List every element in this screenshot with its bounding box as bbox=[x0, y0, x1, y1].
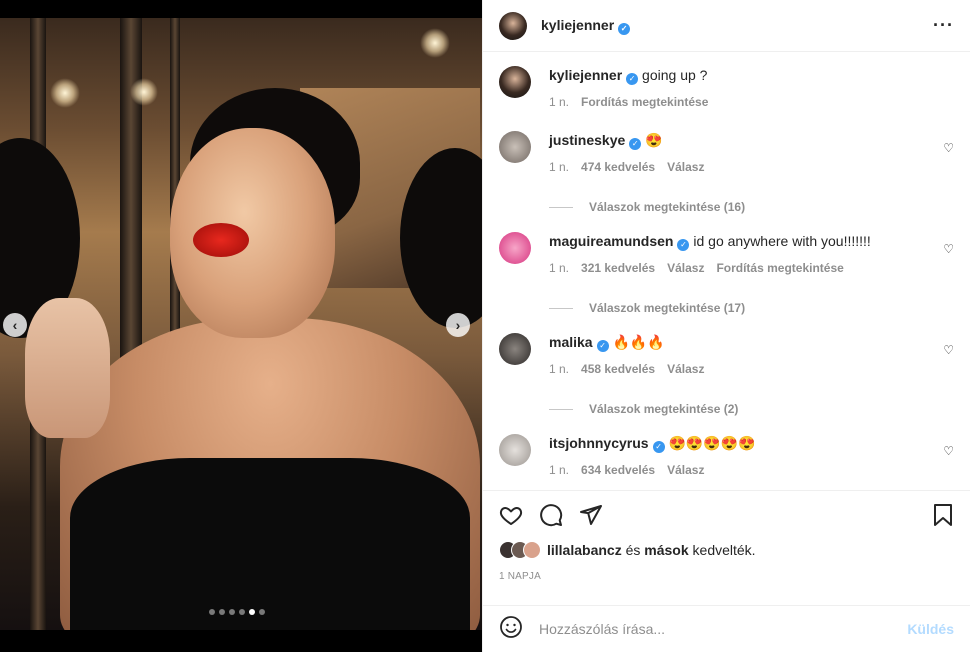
more-horizontal-icon[interactable]: ··· bbox=[933, 15, 954, 36]
post-date[interactable]: 1 NAPJA bbox=[499, 571, 954, 582]
heart-icon[interactable] bbox=[499, 503, 523, 527]
caption: kyliejenner ✓ going up ? 1 n. Fordítás me… bbox=[499, 66, 954, 111]
comment-username[interactable]: malika bbox=[549, 334, 593, 350]
liked-by-username[interactable]: lillalabancz bbox=[547, 542, 622, 558]
carousel-dot bbox=[219, 609, 225, 615]
comment-likes[interactable]: 634 kedvelés bbox=[581, 461, 655, 479]
comment-like-heart-icon[interactable]: ♡ bbox=[943, 141, 954, 155]
commenter-avatar[interactable] bbox=[499, 333, 531, 365]
comment-reply-button[interactable]: Válasz bbox=[667, 461, 704, 479]
comment-icon[interactable] bbox=[539, 503, 563, 527]
carousel-prev-button[interactable]: ‹ bbox=[3, 313, 27, 337]
caption-avatar[interactable] bbox=[499, 66, 531, 98]
send-icon[interactable] bbox=[579, 503, 603, 527]
liker-avatars bbox=[499, 541, 541, 559]
liked-by-suffix: kedvelték. bbox=[692, 542, 756, 558]
comment-time[interactable]: 1 n. bbox=[549, 259, 569, 277]
verified-badge-icon: ✓ bbox=[626, 73, 639, 85]
verified-badge-icon: ✓ bbox=[596, 340, 609, 352]
comment-time[interactable]: 1 n. bbox=[549, 158, 569, 176]
author-avatar[interactable] bbox=[499, 11, 527, 40]
comment-likes[interactable]: 321 kedvelés bbox=[581, 259, 655, 277]
smiley-icon[interactable] bbox=[499, 615, 523, 644]
comment-username[interactable]: maguireamundsen bbox=[549, 233, 673, 249]
comment-like-heart-icon[interactable]: ♡ bbox=[943, 242, 954, 256]
post-photo bbox=[0, 18, 482, 630]
verified-badge-icon: ✓ bbox=[618, 22, 631, 35]
post-panel: kyliejenner ✓ ··· kyliejenner ✓ going up ?… bbox=[482, 0, 970, 652]
comment-item: malika ✓ 🔥🔥🔥 1 n. 458 kedvelés Válasz ♡ bbox=[499, 333, 954, 378]
comment-input[interactable] bbox=[539, 621, 908, 637]
caption-time[interactable]: 1 n. bbox=[549, 93, 569, 111]
comment-text: 🔥🔥🔥 bbox=[612, 334, 665, 350]
comment-item: justineskye ✓ 😍 1 n. 474 kedvelés Válasz … bbox=[499, 131, 954, 176]
carousel-dot bbox=[209, 609, 215, 615]
carousel-dot-active bbox=[249, 609, 255, 615]
liked-by: lillalabancz és mások kedvelték. bbox=[499, 541, 954, 559]
verified-badge-icon: ✓ bbox=[677, 239, 690, 251]
comment-text: 😍😍😍😍😍 bbox=[668, 435, 756, 451]
liked-by-and: és bbox=[625, 542, 641, 558]
carousel-dot bbox=[229, 609, 235, 615]
caption-translate-link[interactable]: Fordítás megtekintése bbox=[581, 93, 708, 111]
comment-time[interactable]: 1 n. bbox=[549, 360, 569, 378]
comment-item: maguireamundsen ✓ id go anywhere with you… bbox=[499, 232, 954, 277]
add-comment-bar: Küldés bbox=[483, 605, 970, 652]
verified-badge-icon: ✓ bbox=[629, 138, 642, 150]
view-replies-button[interactable]: Válaszok megtekintése (2) bbox=[549, 402, 954, 416]
comment-reply-button[interactable]: Válasz bbox=[667, 158, 704, 176]
comment-like-heart-icon[interactable]: ♡ bbox=[943, 444, 954, 458]
chevron-right-icon: › bbox=[455, 317, 461, 333]
carousel-dot bbox=[259, 609, 265, 615]
comment-username[interactable]: justineskye bbox=[549, 132, 625, 148]
post-comment-button[interactable]: Küldés bbox=[907, 621, 954, 637]
comment-reply-button[interactable]: Válasz bbox=[667, 360, 704, 378]
post-media: ‹ › bbox=[0, 0, 482, 652]
liked-by-others[interactable]: mások bbox=[644, 542, 688, 558]
carousel-indicator bbox=[209, 609, 265, 615]
commenter-avatar[interactable] bbox=[499, 232, 531, 264]
comment-text: id go anywhere with you!!!!!!! bbox=[693, 233, 871, 249]
comment-likes[interactable]: 458 kedvelés bbox=[581, 360, 655, 378]
carousel-dot bbox=[239, 609, 245, 615]
caption-username[interactable]: kyliejenner bbox=[549, 67, 622, 83]
bookmark-icon[interactable] bbox=[932, 503, 954, 527]
comment-translate-link[interactable]: Fordítás megtekintése bbox=[716, 259, 843, 277]
comment-text: 😍 bbox=[645, 132, 663, 148]
view-replies-button[interactable]: Válaszok megtekintése (17) bbox=[549, 301, 954, 315]
author-username[interactable]: kyliejenner ✓ bbox=[541, 17, 631, 35]
chevron-left-icon: ‹ bbox=[12, 317, 18, 333]
commenter-avatar[interactable] bbox=[499, 131, 531, 163]
comment-reply-button[interactable]: Válasz bbox=[667, 259, 704, 277]
comment-username[interactable]: itsjohnnycyrus bbox=[549, 435, 649, 451]
view-replies-button[interactable]: Válaszok megtekintése (16) bbox=[549, 200, 954, 214]
post-header: kyliejenner ✓ ··· bbox=[483, 0, 970, 52]
comment-time[interactable]: 1 n. bbox=[549, 461, 569, 479]
verified-badge-icon: ✓ bbox=[652, 441, 665, 453]
commenter-avatar[interactable] bbox=[499, 434, 531, 466]
carousel-next-button[interactable]: › bbox=[446, 313, 470, 337]
caption-text: going up ? bbox=[642, 67, 708, 83]
comment-item: itsjohnnycyrus ✓ 😍😍😍😍😍 1 n. 634 kedvelés … bbox=[499, 434, 954, 479]
post-actions: lillalabancz és mások kedvelték. 1 NAPJA bbox=[483, 490, 970, 605]
comment-like-heart-icon[interactable]: ♡ bbox=[943, 343, 954, 357]
comment-likes[interactable]: 474 kedvelés bbox=[581, 158, 655, 176]
comments-list: kyliejenner ✓ going up ? 1 n. Fordítás me… bbox=[483, 52, 970, 490]
